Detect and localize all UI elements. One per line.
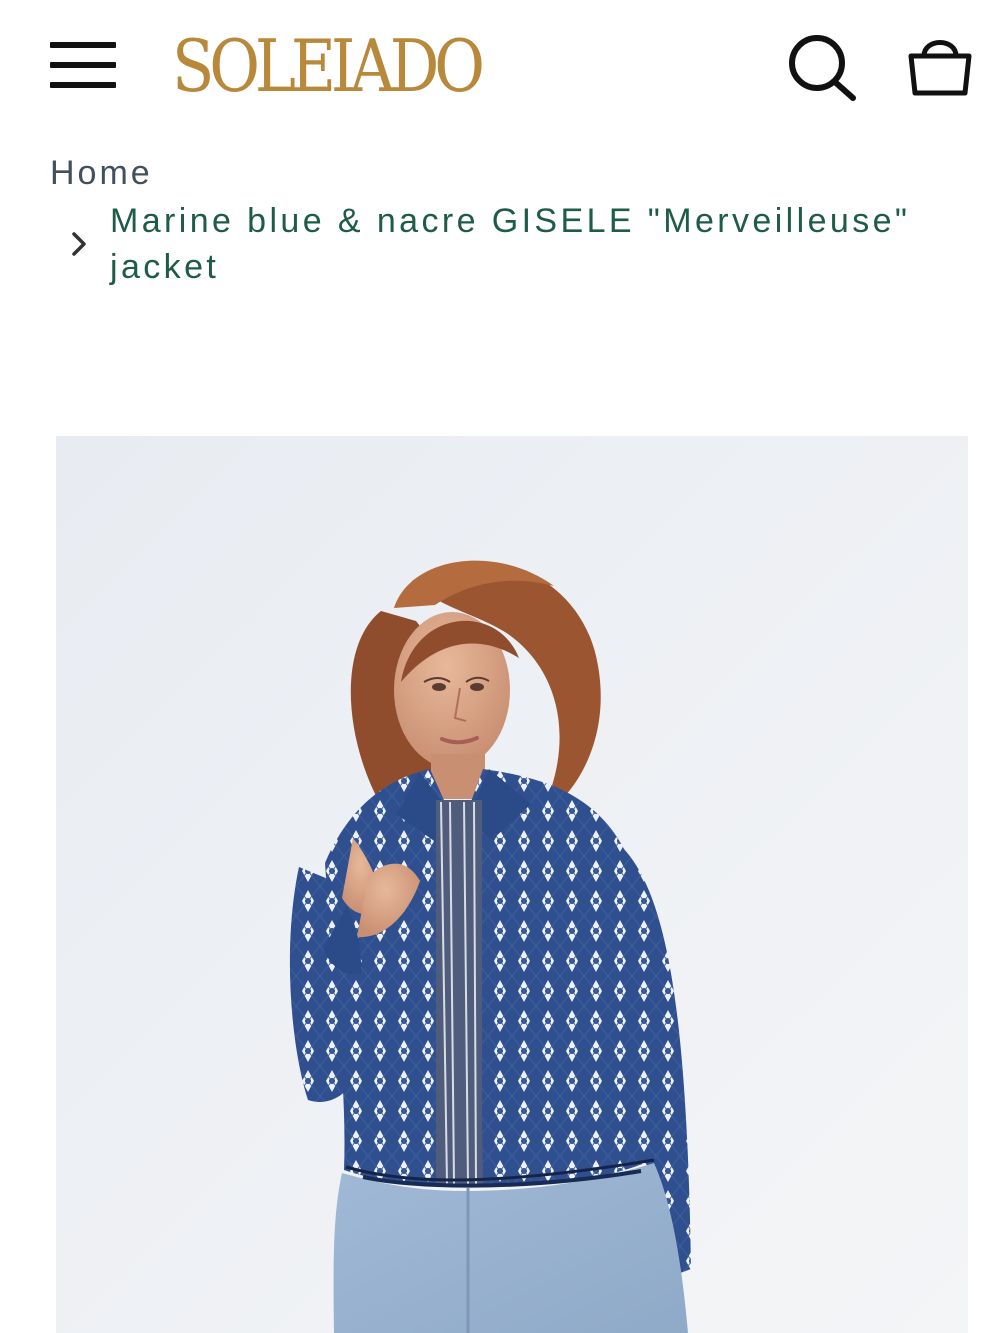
breadcrumb-home-link[interactable]: Home [50, 154, 153, 193]
product-image[interactable] [56, 436, 968, 1333]
brand-logo[interactable]: SOLEIADO [172, 24, 485, 108]
menu-line-top [50, 42, 116, 48]
site-header: SOLEIADO [0, 0, 1000, 130]
menu-button[interactable] [50, 40, 116, 90]
menu-line-bottom [50, 82, 116, 88]
shopping-bag-button[interactable] [904, 30, 976, 102]
search-button[interactable] [786, 30, 858, 102]
search-icon [789, 35, 856, 101]
chevron-right-icon [72, 232, 86, 256]
shopping-bag-icon [908, 40, 972, 96]
breadcrumb-current-product: Marine blue & nacre GISELE "Merveilleuse… [110, 202, 911, 286]
product-photo [56, 436, 968, 1333]
menu-line-middle [50, 62, 116, 68]
